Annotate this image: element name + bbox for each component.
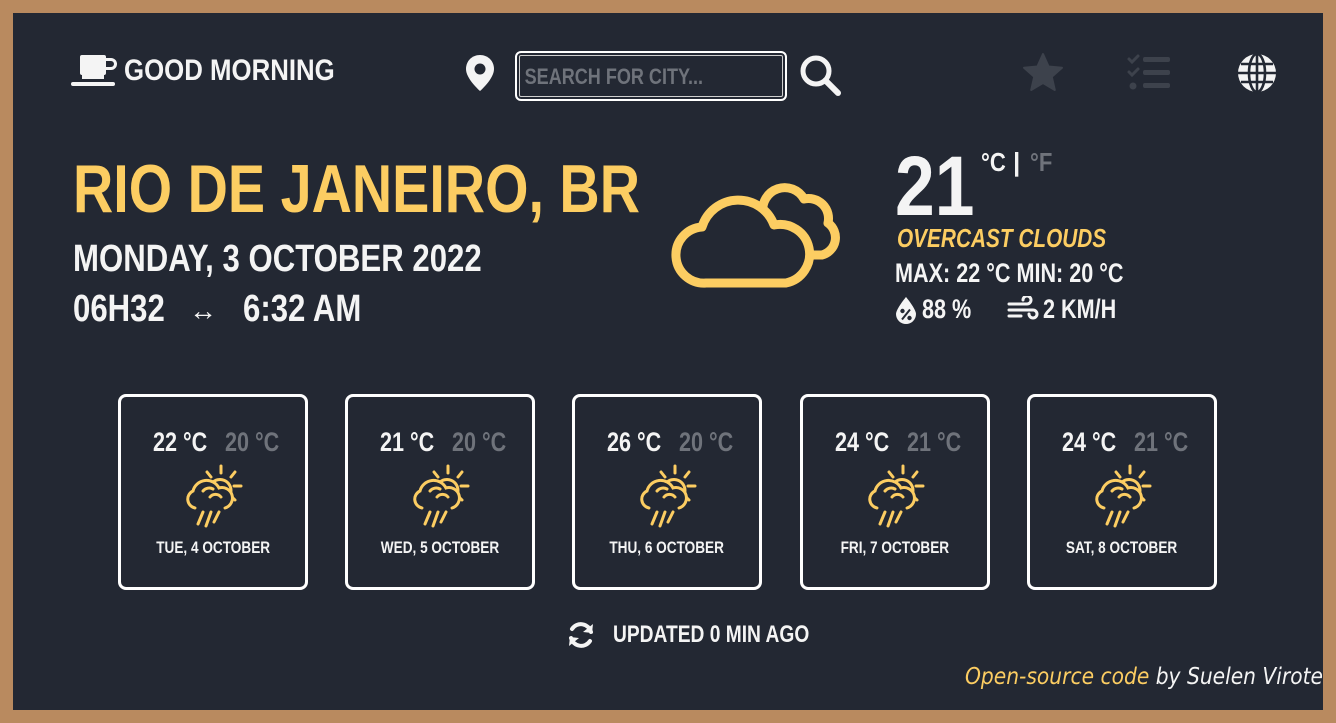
forecast-min-temp: 20 °C — [679, 427, 734, 457]
forecast-date: FRI, 7 OCTOBER — [840, 538, 950, 557]
unit-celsius-button[interactable]: °C — [981, 147, 1006, 177]
search-icon[interactable] — [798, 53, 842, 97]
current-date: MONDAY, 3 OCTOBER 2022 — [73, 238, 482, 280]
forecast-min-temp: 20 °C — [452, 427, 507, 457]
time-12h: 6:32 AM — [243, 288, 362, 330]
sun-rain-cloud-icon — [868, 464, 925, 528]
forecast-card: 24 °C 21 °C FRI, 7 OCTOBER — [800, 394, 990, 590]
city-name: RIO DE JANEIRO, BR — [73, 151, 640, 227]
forecast-min-temp: 21 °C — [907, 427, 962, 457]
checklist-icon[interactable] — [1126, 53, 1172, 93]
current-temperature: 21 — [895, 139, 975, 233]
refresh-icon[interactable] — [566, 620, 596, 650]
credit-author: by Suelen Virote — [1149, 664, 1324, 690]
sun-rain-cloud-icon — [186, 464, 243, 528]
forecast-max-temp: 26 °C — [607, 427, 662, 457]
greeting-text: GOOD MORNING — [124, 54, 335, 87]
wind-speed: 2 KM/H — [1043, 294, 1117, 324]
weather-description: OVERCAST CLOUDS — [897, 223, 1107, 253]
forecast-card: 26 °C 20 °C THU, 6 OCTOBER — [572, 394, 762, 590]
unit-separator: | — [1013, 147, 1021, 177]
map-pin-icon[interactable] — [463, 53, 497, 93]
forecast-min-temp: 21 °C — [1134, 427, 1189, 457]
forecast-max-temp: 24 °C — [835, 427, 890, 457]
wind-icon — [1007, 296, 1039, 320]
cloud-icon — [671, 183, 840, 288]
last-updated-text: UPDATED 0 MIN AGO — [613, 621, 810, 648]
forecast-date: THU, 6 OCTOBER — [609, 538, 725, 557]
unit-fahrenheit-button[interactable]: °F — [1030, 147, 1052, 177]
app-frame: GOOD MORNING RIO DE JANEIRO, BR MONDAY, … — [13, 13, 1323, 710]
sun-rain-cloud-icon — [1095, 464, 1152, 528]
credit-line: Open-source code by Suelen Virote — [965, 662, 1323, 692]
forecast-max-temp: 21 °C — [380, 427, 435, 457]
time-format-toggle[interactable]: ↔ — [189, 291, 217, 331]
forecast-date: TUE, 4 OCTOBER — [156, 538, 270, 557]
search-input[interactable] — [523, 59, 735, 95]
forecast-card: 22 °C 20 °C TUE, 4 OCTOBER — [118, 394, 308, 590]
humidity-icon — [896, 297, 916, 324]
humidity-value: 88 % — [922, 294, 972, 324]
forecast-max-temp: 22 °C — [153, 427, 208, 457]
forecast-max-temp: 24 °C — [1062, 427, 1117, 457]
forecast-date: SAT, 8 OCTOBER — [1066, 538, 1178, 557]
forecast-min-temp: 20 °C — [225, 427, 280, 457]
globe-icon[interactable] — [1235, 51, 1279, 95]
star-icon[interactable] — [1021, 51, 1065, 95]
search-box — [515, 51, 787, 101]
forecast-card: 24 °C 21 °C SAT, 8 OCTOBER — [1027, 394, 1217, 590]
coffee-cup-icon — [71, 55, 117, 86]
open-source-link[interactable]: Open-source code — [965, 664, 1149, 690]
time-24h: 06H32 — [73, 288, 165, 330]
sun-rain-cloud-icon — [413, 464, 470, 528]
forecast-date: WED, 5 OCTOBER — [380, 538, 500, 557]
forecast-card: 21 °C 20 °C WED, 5 OCTOBER — [345, 394, 535, 590]
max-min-temperature: MAX: 22 °C MIN: 20 °C — [895, 258, 1124, 288]
sun-rain-cloud-icon — [640, 464, 697, 528]
